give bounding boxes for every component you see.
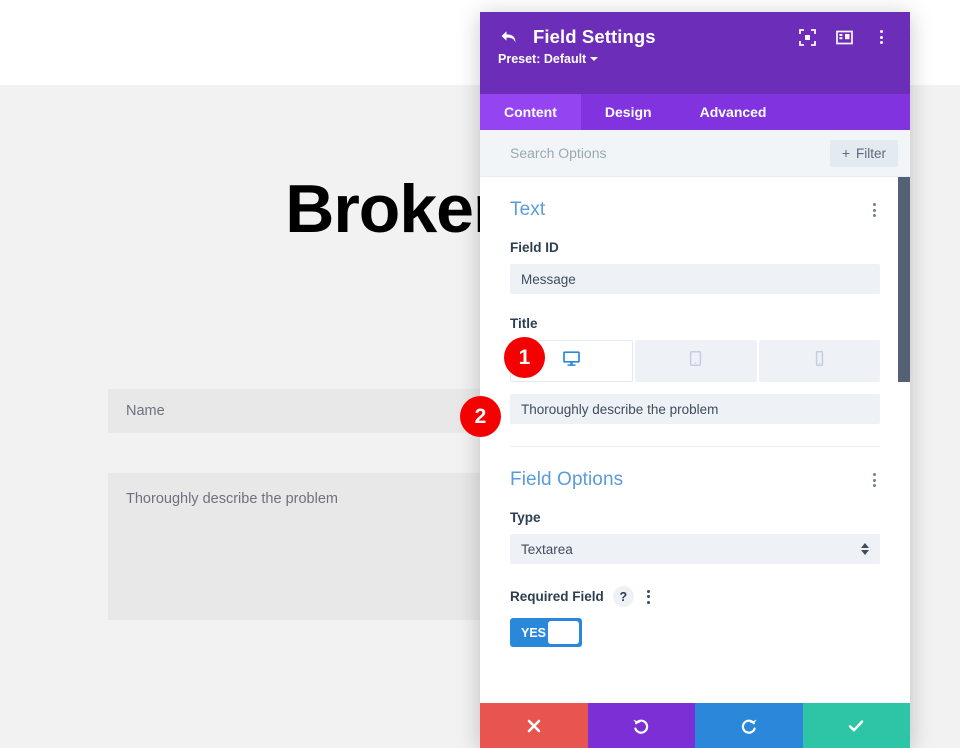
desktop-icon	[562, 349, 581, 373]
header-icon-group	[798, 28, 890, 46]
more-options-icon[interactable]	[872, 28, 890, 46]
tab-design-label: Design	[604, 104, 652, 120]
phone-tab[interactable]	[758, 340, 880, 382]
screenshot-root: Broken Data Name Thoroughly describe the…	[0, 0, 960, 748]
check-icon	[849, 719, 864, 731]
modal-title: Field Settings	[533, 26, 656, 47]
section-text-menu-icon[interactable]	[869, 200, 880, 220]
tablet-tab[interactable]	[635, 340, 757, 382]
title-input[interactable]: Thoroughly describe the problem	[510, 394, 880, 424]
modal-header: Field Settings Preset: Default	[480, 12, 910, 94]
preset-label: Preset: Default	[498, 52, 587, 66]
title-label: Title	[510, 316, 538, 331]
chevron-down-icon	[590, 56, 599, 61]
required-field-toggle[interactable]: YES	[510, 618, 582, 647]
focus-target-icon[interactable]	[798, 28, 816, 46]
panel-scrollbar-thumb[interactable]	[898, 177, 910, 382]
layout-panel-icon[interactable]	[835, 28, 853, 46]
settings-tabs: Content Design Advanced	[480, 94, 910, 130]
section-field-options: Field Options Type Textarea Required Fie…	[480, 447, 910, 647]
settings-body: Text Field ID Message Title Thoroughly d…	[480, 177, 910, 703]
save-button[interactable]	[802, 703, 910, 748]
field-settings-modal: Field Settings Preset: Default Content D…	[480, 12, 910, 748]
plus-icon: +	[841, 145, 850, 161]
section-field-options-title: Field Options	[510, 469, 624, 490]
section-text: Text Field ID Message Title Thoroughly d…	[480, 177, 910, 447]
required-field-label: Required Field	[510, 589, 604, 604]
step-badge-2: 2	[460, 396, 501, 437]
filter-button[interactable]: + Filter	[829, 139, 898, 167]
cancel-button[interactable]	[480, 703, 588, 748]
type-select[interactable]: Textarea	[510, 534, 880, 564]
modal-footer-actions	[480, 703, 910, 748]
tab-advanced[interactable]: Advanced	[675, 94, 791, 130]
tab-advanced-label: Advanced	[699, 104, 767, 120]
field-group-title: Title Thoroughly describe the problem	[510, 316, 880, 424]
section-field-options-menu-icon[interactable]	[869, 470, 880, 490]
redo-button[interactable]	[695, 703, 803, 748]
back-arrow-icon[interactable]	[498, 26, 520, 48]
field-group-required: Required Field ? YES	[510, 586, 880, 647]
step-badge-1: 1	[504, 337, 545, 378]
tablet-icon	[687, 350, 704, 372]
tab-content-label: Content	[504, 104, 557, 120]
close-icon	[527, 719, 541, 732]
panel-scrollbar-track[interactable]	[898, 177, 910, 703]
preset-selector[interactable]: Preset: Default	[498, 52, 599, 66]
field-group-field-id: Field ID Message	[510, 240, 880, 294]
section-text-title: Text	[510, 199, 546, 220]
phone-icon	[811, 350, 828, 372]
tab-content[interactable]: Content	[480, 94, 581, 130]
undo-icon	[633, 719, 649, 734]
select-stepper-icon	[861, 543, 869, 555]
help-icon[interactable]: ?	[612, 586, 634, 607]
field-id-input[interactable]: Message	[510, 264, 880, 294]
redo-icon	[741, 719, 757, 734]
type-label: Type	[510, 510, 541, 525]
field-group-type: Type Textarea	[510, 510, 880, 564]
filter-label: Filter	[856, 145, 886, 161]
undo-button[interactable]	[587, 703, 695, 748]
required-field-menu-icon[interactable]	[643, 587, 654, 607]
toggle-knob	[548, 621, 579, 644]
search-options-bar: + Filter	[480, 130, 910, 177]
tab-design[interactable]: Design	[580, 94, 676, 130]
search-input[interactable]	[510, 145, 830, 161]
responsive-device-tabs	[510, 340, 880, 382]
type-select-value: Textarea	[521, 541, 573, 557]
toggle-value-label: YES	[521, 625, 547, 640]
field-id-label: Field ID	[510, 240, 559, 255]
